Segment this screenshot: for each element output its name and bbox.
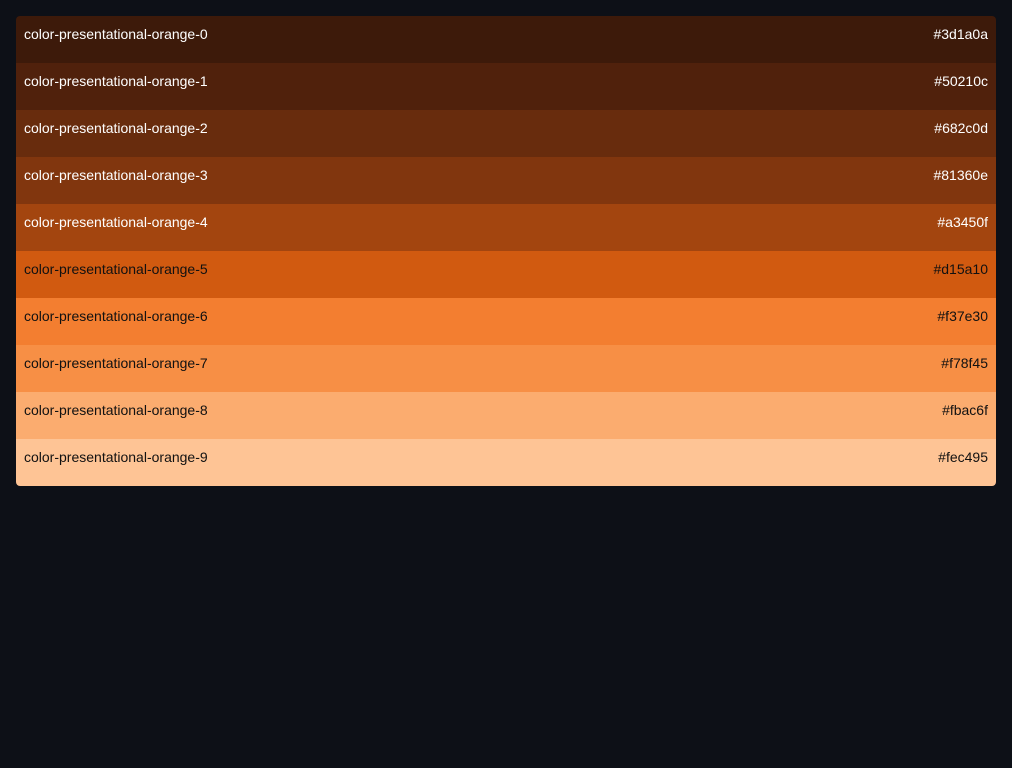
swatch-hex: #682c0d [934, 120, 988, 136]
swatch-name: color-presentational-orange-1 [24, 73, 208, 89]
swatch-name: color-presentational-orange-5 [24, 261, 208, 277]
swatch-hex: #a3450f [937, 214, 988, 230]
swatch-hex: #81360e [933, 167, 988, 183]
swatch-orange-5: color-presentational-orange-5 #d15a10 [16, 251, 996, 298]
swatch-orange-2: color-presentational-orange-2 #682c0d [16, 110, 996, 157]
swatch-name: color-presentational-orange-7 [24, 355, 208, 371]
swatch-name: color-presentational-orange-9 [24, 449, 208, 465]
swatch-name: color-presentational-orange-8 [24, 402, 208, 418]
swatch-orange-4: color-presentational-orange-4 #a3450f [16, 204, 996, 251]
swatch-hex: #3d1a0a [933, 26, 988, 42]
swatch-orange-3: color-presentational-orange-3 #81360e [16, 157, 996, 204]
swatch-hex: #fec495 [938, 449, 988, 465]
color-palette: color-presentational-orange-0 #3d1a0a co… [16, 16, 996, 486]
swatch-name: color-presentational-orange-0 [24, 26, 208, 42]
swatch-orange-7: color-presentational-orange-7 #f78f45 [16, 345, 996, 392]
swatch-hex: #d15a10 [933, 261, 988, 277]
swatch-orange-8: color-presentational-orange-8 #fbac6f [16, 392, 996, 439]
swatch-name: color-presentational-orange-4 [24, 214, 208, 230]
swatch-hex: #50210c [934, 73, 988, 89]
swatch-orange-9: color-presentational-orange-9 #fec495 [16, 439, 996, 486]
swatch-name: color-presentational-orange-6 [24, 308, 208, 324]
swatch-name: color-presentational-orange-3 [24, 167, 208, 183]
swatch-hex: #f78f45 [941, 355, 988, 371]
swatch-hex: #fbac6f [942, 402, 988, 418]
swatch-orange-1: color-presentational-orange-1 #50210c [16, 63, 996, 110]
swatch-hex: #f37e30 [937, 308, 988, 324]
swatch-name: color-presentational-orange-2 [24, 120, 208, 136]
swatch-orange-0: color-presentational-orange-0 #3d1a0a [16, 16, 996, 63]
swatch-orange-6: color-presentational-orange-6 #f37e30 [16, 298, 996, 345]
